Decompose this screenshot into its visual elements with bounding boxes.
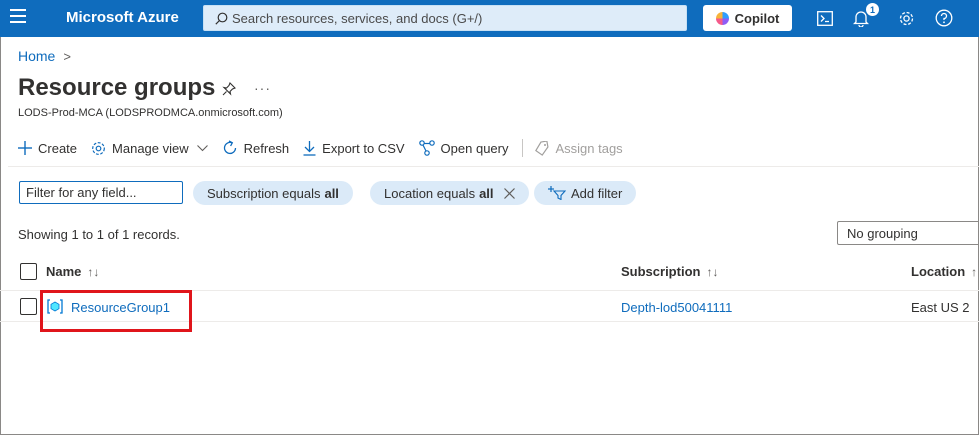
query-icon (418, 140, 435, 156)
brand-title[interactable]: Microsoft Azure (66, 9, 179, 26)
menu-icon[interactable] (10, 9, 26, 23)
create-button[interactable]: Create (18, 141, 77, 156)
subscription-link[interactable]: Depth-lod50041111 (621, 300, 732, 315)
gear-icon (92, 141, 105, 155)
toolbar-divider-line (8, 166, 979, 167)
sort-icon: ↑↓ (706, 264, 719, 279)
filter-input[interactable] (19, 181, 183, 204)
location-filter-label: Location equals (384, 185, 476, 201)
breadcrumb: Home > (18, 48, 71, 64)
toolbar-divider (522, 139, 524, 157)
global-search[interactable] (203, 5, 687, 31)
copilot-label: Copilot (734, 10, 780, 26)
location-filter-pill[interactable]: Location equals all (370, 181, 529, 205)
chevron-down-icon (196, 144, 208, 151)
page-frame (0, 0, 979, 435)
export-csv-button[interactable]: Export to CSV (303, 140, 405, 156)
subscription-filter-value: all (324, 185, 339, 201)
column-location-label: Location (911, 264, 966, 279)
command-bar: Create Manage view Refresh Export to CSV… (18, 138, 637, 158)
more-options-icon[interactable]: ··· (254, 80, 271, 96)
sort-icon: ↑ (971, 264, 978, 279)
page-subtitle: LODS-Prod-MCA (LODSPRODMCA.onmicrosoft.c… (18, 107, 283, 119)
top-bar: Microsoft Azure Copilot 1 (0, 0, 979, 37)
subscription-filter-label: Subscription equals (207, 185, 321, 201)
manage-view-label: Manage view (112, 140, 189, 156)
column-header-name[interactable]: Name ↑↓ (46, 264, 99, 279)
location-filter-value: all (479, 185, 494, 201)
refresh-icon (223, 140, 236, 155)
column-subscription-label: Subscription (621, 264, 701, 279)
refresh-label: Refresh (243, 140, 290, 156)
copilot-button[interactable]: Copilot (703, 5, 792, 31)
records-count: Showing 1 to 1 of 1 records. (18, 227, 180, 242)
page-title: Resource groups (18, 74, 216, 101)
open-query-button[interactable]: Open query (418, 140, 509, 156)
add-filter-button[interactable]: Add filter (534, 181, 637, 205)
row-checkbox[interactable] (20, 298, 37, 315)
column-header-subscription[interactable]: Subscription ↑↓ (621, 264, 718, 279)
manage-view-button[interactable]: Manage view (91, 141, 208, 156)
assign-tags-button[interactable]: Assign tags (535, 140, 623, 156)
tag-icon (535, 140, 550, 156)
sort-icon: ↑↓ (87, 264, 100, 279)
location-cell: East US 2 (911, 300, 970, 315)
copilot-icon (715, 11, 729, 25)
close-icon[interactable] (503, 187, 515, 199)
open-query-label: Open query (440, 140, 509, 156)
column-header-location[interactable]: Location ↑ (911, 264, 977, 279)
refresh-button[interactable]: Refresh (222, 140, 290, 156)
breadcrumb-home[interactable]: Home (18, 48, 55, 64)
download-icon (303, 140, 316, 156)
search-icon (210, 12, 232, 25)
help-icon[interactable] (934, 8, 954, 28)
create-label: Create (38, 140, 78, 156)
select-all-checkbox[interactable] (20, 263, 37, 280)
column-name-label: Name (46, 264, 82, 279)
grouping-dropdown[interactable]: No grouping (837, 221, 979, 245)
assign-tags-label: Assign tags (555, 140, 623, 156)
cloud-shell-icon[interactable] (815, 8, 835, 28)
export-csv-label: Export to CSV (322, 140, 405, 156)
add-filter-icon (548, 186, 566, 200)
notification-badge: 1 (866, 3, 879, 16)
settings-icon[interactable] (896, 8, 916, 28)
add-filter-label: Add filter (571, 185, 623, 201)
breadcrumb-separator: > (63, 48, 71, 64)
subscription-filter-pill[interactable]: Subscription equals all (193, 181, 353, 205)
highlight-box (40, 290, 192, 332)
pin-icon[interactable] (222, 82, 236, 99)
search-input[interactable] (232, 10, 672, 26)
table-header: Name ↑↓ Subscription ↑↓ Location ↑ (0, 257, 979, 289)
plus-icon (18, 141, 32, 155)
